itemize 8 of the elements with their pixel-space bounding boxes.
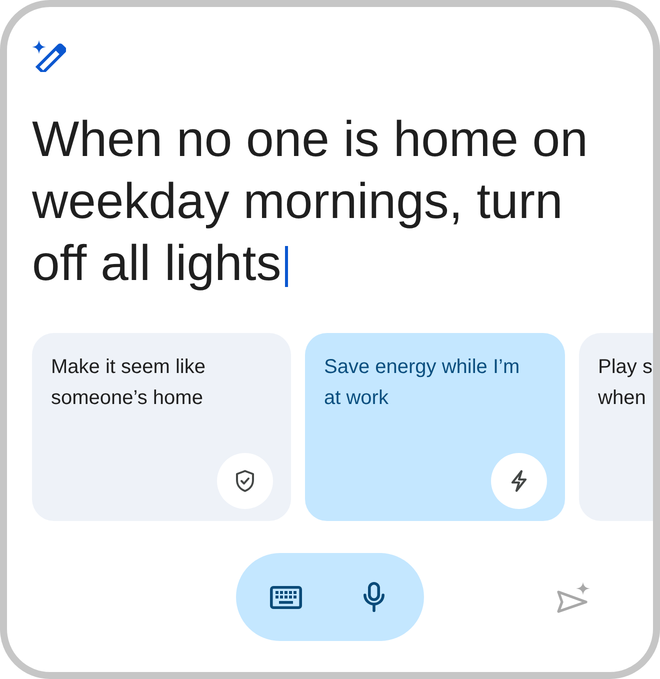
- suggestion-card[interactable]: Save energy while I’m at work: [305, 333, 565, 521]
- sparkle-pen-icon: [32, 40, 66, 72]
- suggestion-card[interactable]: Play s when: [579, 333, 653, 521]
- microphone-icon: [363, 582, 385, 612]
- send-sparkle-icon: [556, 582, 590, 612]
- keyboard-icon: [270, 586, 302, 608]
- prompt-field[interactable]: When no one is home on weekday mornings, turn off all lights: [32, 108, 617, 294]
- suggestion-card[interactable]: Make it seem like someone’s home: [32, 333, 291, 521]
